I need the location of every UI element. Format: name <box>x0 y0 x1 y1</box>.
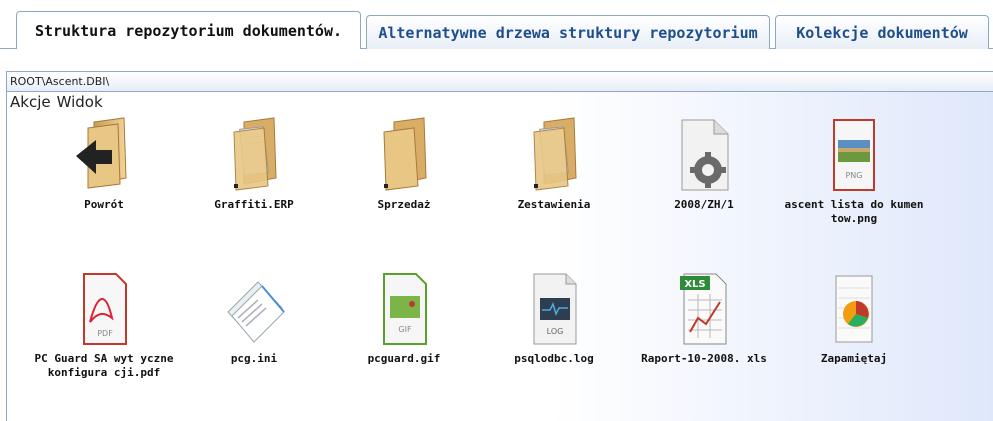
tab-repository-structure[interactable]: Struktura repozytorium dokumentów. <box>16 11 361 49</box>
menu-actions[interactable]: Akcje <box>10 93 51 113</box>
item-file[interactable]: PDF PC Guard SA wyt yczne konfigura cji.… <box>29 268 179 380</box>
item-label: Powrót <box>84 198 124 211</box>
settings-file-icon <box>681 119 729 191</box>
explorer-panel: ROOT\Ascent.DBI\ Akcje Widok Powrót Graf… <box>6 71 993 421</box>
folder-back-icon <box>76 117 127 189</box>
log-file-icon: LOG <box>533 273 577 345</box>
file-badge: PNG <box>845 171 862 180</box>
item-file[interactable]: XLS Raport-10-2008. xls <box>629 268 779 366</box>
item-label: Zapamiętaj <box>820 352 888 365</box>
path-bar: ROOT\Ascent.DBI\ <box>7 72 993 92</box>
item-label: PC Guard SA wyt yczne konfigura cji.pdf <box>34 352 174 379</box>
item-file[interactable]: LOG psqlodbc.log <box>479 268 629 366</box>
item-file[interactable]: 2008/ZH/1 <box>629 114 779 212</box>
path-text: ROOT\Ascent.DBI\ <box>10 75 110 88</box>
menu-view[interactable]: Widok <box>57 93 103 113</box>
pdf-file-icon: PDF <box>83 273 127 345</box>
item-back[interactable]: Powrót <box>29 114 179 212</box>
xls-file-icon: XLS <box>680 273 727 345</box>
item-remember[interactable]: Zapamiętaj <box>779 268 929 366</box>
menu-bar: Akcje Widok <box>7 93 103 113</box>
item-file[interactable]: PNG ascent lista do kumentow.png <box>779 114 929 226</box>
file-badge: GIF <box>398 325 412 334</box>
item-folder[interactable]: Zestawienia <box>479 114 629 212</box>
tab-bar: Struktura repozytorium dokumentów. Alter… <box>0 0 993 50</box>
file-badge: XLS <box>684 279 705 290</box>
item-label: Raport-10-2008. xls <box>641 352 767 365</box>
item-label: pcg.ini <box>230 352 278 365</box>
item-folder[interactable]: Graffiti.ERP <box>179 114 329 212</box>
item-label: ascent lista do kumentow.png <box>784 198 924 225</box>
item-folder[interactable]: Sprzedaż <box>329 114 479 212</box>
ini-file-icon <box>227 281 285 343</box>
folder-icon <box>233 117 277 191</box>
item-label: 2008/ZH/1 <box>674 198 734 211</box>
item-label: Graffiti.ERP <box>214 198 294 211</box>
save-view-icon <box>835 275 873 343</box>
file-badge: PDF <box>97 329 113 338</box>
folder-icon <box>533 117 577 191</box>
item-file[interactable]: GIF pcguard.gif <box>329 268 479 366</box>
item-file[interactable]: pcg.ini <box>179 268 329 366</box>
png-file-icon: PNG <box>833 119 875 191</box>
item-label: Zestawienia <box>517 198 591 211</box>
item-label: pcguard.gif <box>367 352 441 365</box>
tab-document-collections[interactable]: Kolekcje dokumentów <box>775 15 989 49</box>
item-label: psqlodbc.log <box>514 352 594 365</box>
gif-file-icon: GIF <box>383 273 427 345</box>
item-label: Sprzedaż <box>377 198 431 211</box>
tab-alternative-trees[interactable]: Alternatywne drzewa struktury repozytori… <box>366 15 770 49</box>
folder-icon <box>383 117 427 191</box>
file-badge: LOG <box>547 327 564 336</box>
